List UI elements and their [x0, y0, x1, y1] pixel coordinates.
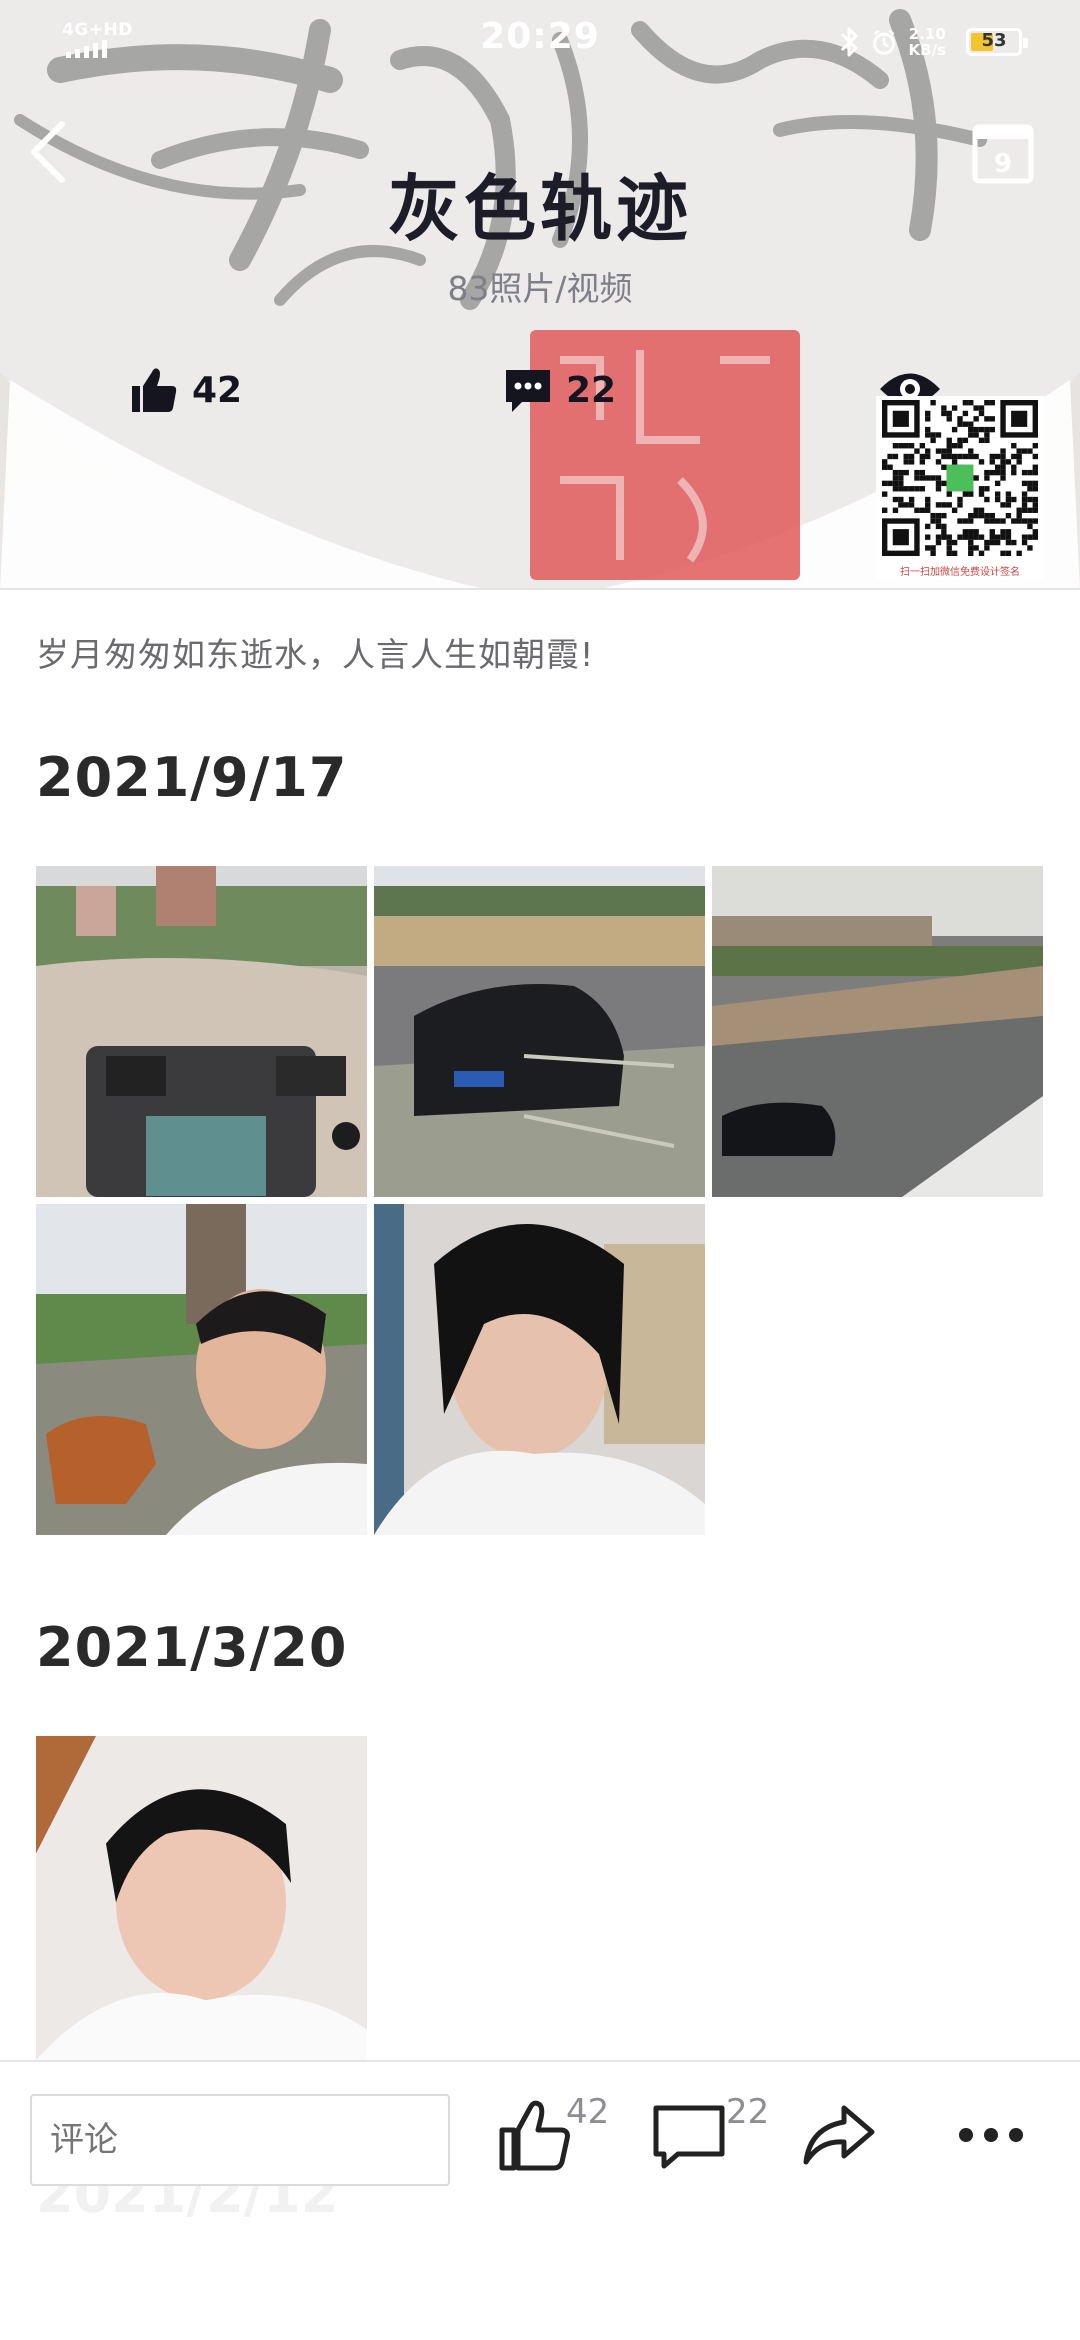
comment-button[interactable]: 22 — [650, 2092, 769, 2186]
network-speed-unit: KB/s — [908, 41, 946, 59]
section-date: 2021/3/20 — [36, 1616, 348, 1679]
header-comment-count: 22 — [566, 369, 617, 411]
share-button[interactable] — [800, 2096, 878, 2186]
wechat-qr-code: 扫一扫加微信免费设计签名 — [876, 396, 1044, 580]
header-like-count: 42 — [192, 369, 243, 411]
rainy-villa-street-photo[interactable] — [712, 866, 1043, 1197]
more-button[interactable] — [952, 2096, 1030, 2186]
selfie-with-dog-photo[interactable] — [36, 1204, 367, 1535]
bottom-action-bar: 2021/2/12 42 22 — [0, 2060, 1080, 2340]
header-like-stat[interactable]: 42 — [128, 362, 242, 418]
battery-icon: 53 — [966, 28, 1028, 56]
header-divider — [0, 588, 1080, 590]
section-date: 2021/9/17 — [36, 746, 348, 809]
thumbs-up-icon — [132, 368, 177, 412]
network-speed-value: 2.10 — [908, 25, 946, 43]
album-description: 岁月匆匆如东逝水，人言人生如朝霞! — [36, 635, 595, 674]
qr-caption: 扫一扫加微信免费设计签名 — [900, 567, 1020, 578]
like-button[interactable]: 42 — [496, 2092, 609, 2186]
network-speed: 2.10 KB/s — [909, 26, 946, 58]
share-icon — [803, 2105, 875, 2165]
battery-percent: 53 — [981, 30, 1007, 51]
comment-outline-icon — [653, 2105, 725, 2169]
comment-icon — [506, 370, 550, 412]
selfie-long-hair-photo[interactable] — [374, 1204, 705, 1535]
status-right-group: 2.10 KB/s 53 — [837, 22, 1028, 62]
status-bar: 4G+HD 20:29 2.10 KB/s 53 — [0, 0, 1080, 84]
bottom-comment-count: 22 — [726, 2092, 770, 2132]
album-header: 4G+HD 20:29 2.10 KB/s 53 9 灰色轨迹 83照片/视频 … — [0, 0, 1080, 590]
header-comment-stat[interactable]: 22 — [502, 362, 616, 418]
album-media-count: 83照片/视频 — [447, 269, 633, 308]
comment-input[interactable] — [30, 2094, 450, 2186]
qr-code-pattern — [882, 400, 1038, 556]
more-icon — [959, 2128, 1023, 2142]
parked-sedan-photo[interactable] — [374, 866, 705, 1197]
alarm-icon — [872, 29, 895, 55]
selfie-close-up-photo[interactable] — [36, 1736, 367, 2060]
bluetooth-icon — [840, 27, 858, 57]
album-title: 灰色轨迹 — [387, 167, 692, 251]
battery-cap — [1023, 38, 1028, 48]
thumbs-up-outline-icon — [499, 2100, 570, 2171]
car-dashboard-photo[interactable] — [36, 866, 367, 1197]
bottom-like-count: 42 — [566, 2092, 610, 2132]
